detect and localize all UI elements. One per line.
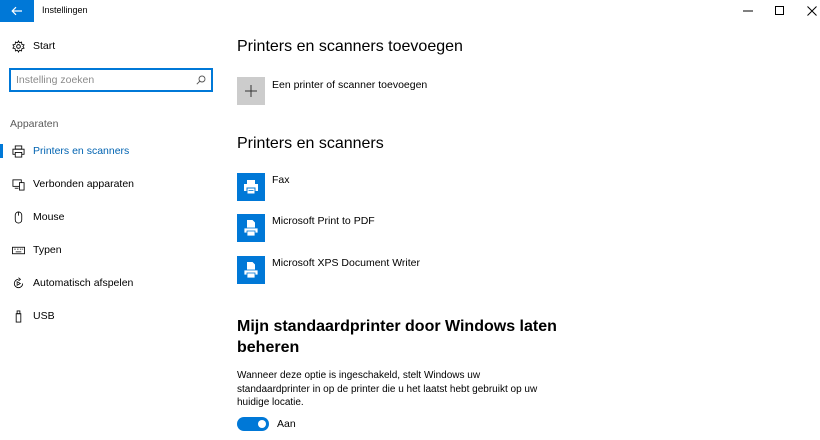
autoplay-icon: [11, 276, 25, 290]
sidebar-item-label: Mouse: [33, 211, 65, 223]
connected-devices-icon: [11, 177, 25, 191]
maximize-icon: [775, 6, 784, 15]
sidebar-item-printers[interactable]: Printers en scanners: [0, 136, 222, 166]
back-arrow-icon: [11, 6, 22, 16]
plus-icon: [245, 85, 257, 97]
printer-name: Fax: [272, 174, 290, 186]
printer-icon: [11, 144, 25, 158]
add-printers-heading: Printers en scanners toevoegen: [237, 38, 463, 55]
gear-icon: [11, 39, 25, 53]
printers-list-heading: Printers en scanners: [237, 135, 384, 152]
document-printer-icon: [237, 214, 265, 242]
sidebar-item-label: Verbonden apparaten: [33, 178, 135, 190]
sidebar: Start Apparaten Printers en scanners: [0, 22, 222, 440]
sidebar-item-typen[interactable]: Typen: [0, 235, 222, 265]
minimize-icon: [743, 10, 753, 12]
printer-item-pdf[interactable]: Microsoft Print to PDF: [237, 214, 557, 244]
printer-name: Microsoft XPS Document Writer: [272, 257, 421, 269]
window-title: Instellingen: [42, 5, 88, 15]
keyboard-icon: [11, 243, 25, 257]
back-button[interactable]: [0, 0, 34, 22]
search-box[interactable]: [9, 68, 213, 92]
sidebar-item-label: Automatisch afspelen: [33, 277, 134, 289]
sidebar-item-usb[interactable]: USB: [0, 301, 222, 331]
close-button[interactable]: [794, 0, 820, 22]
printer-item-fax[interactable]: Fax: [237, 173, 557, 203]
printer-item-xps[interactable]: Microsoft XPS Document Writer: [237, 256, 557, 286]
search-icon[interactable]: [196, 75, 206, 85]
sidebar-item-label: Start: [33, 40, 56, 52]
fax-icon: [237, 173, 265, 201]
printer-name: Microsoft Print to PDF: [272, 215, 375, 227]
sidebar-item-mouse[interactable]: Mouse: [0, 202, 222, 232]
section-label: Apparaten: [10, 118, 59, 130]
sidebar-item-start[interactable]: Start: [0, 31, 222, 61]
title-bar: Instellingen: [0, 0, 820, 22]
default-printer-heading: Mijn standaardprinter door Windows laten…: [237, 318, 557, 356]
default-printer-toggle[interactable]: [237, 417, 269, 431]
mouse-icon: [11, 210, 25, 224]
close-icon: [807, 6, 817, 16]
maximize-button[interactable]: [762, 0, 798, 22]
search-input[interactable]: [16, 73, 192, 87]
usb-icon: [11, 309, 25, 323]
add-printer-button[interactable]: [237, 77, 265, 105]
active-indicator: [0, 144, 3, 158]
sidebar-item-connected-devices[interactable]: Verbonden apparaten: [0, 169, 222, 199]
sidebar-item-label: Printers en scanners: [33, 145, 130, 157]
sidebar-item-autoplay[interactable]: Automatisch afspelen: [0, 268, 222, 298]
main-content: Printers en scanners toevoegen Een print…: [237, 22, 797, 440]
toggle-state-label: Aan: [277, 418, 296, 430]
document-printer-icon: [237, 256, 265, 284]
sidebar-item-label: Typen: [33, 244, 62, 256]
add-printer-label[interactable]: Een printer of scanner toevoegen: [272, 79, 427, 91]
minimize-button[interactable]: [730, 0, 766, 22]
default-printer-description: Wanneer deze optie is ingeschakeld, stel…: [237, 370, 538, 408]
toggle-knob: [258, 420, 266, 428]
sidebar-item-label: USB: [33, 310, 55, 322]
